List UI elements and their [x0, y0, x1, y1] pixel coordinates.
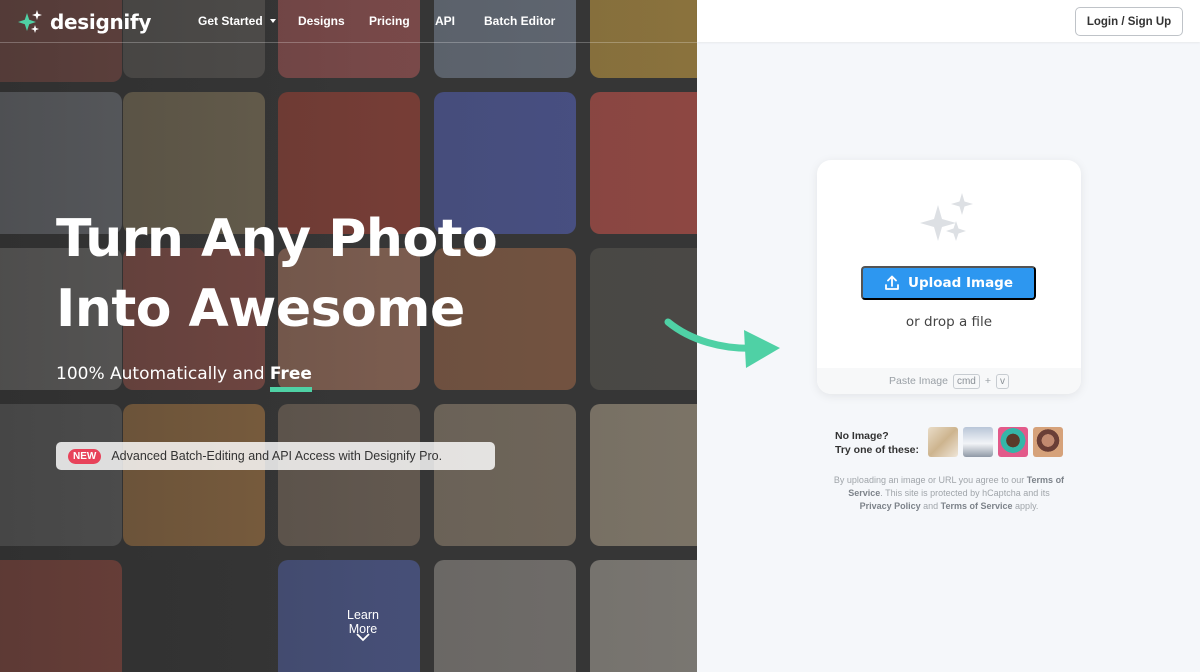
nav-get-started[interactable]: Get Started — [198, 14, 276, 28]
caret-down-icon — [269, 19, 276, 23]
chevron-down-icon[interactable] — [356, 632, 370, 642]
hcaptcha-terms-link[interactable]: Terms of Service — [941, 501, 1013, 511]
hero-subheadline: 100% Automatically and Free — [56, 364, 312, 384]
nav-batch-editor[interactable]: Batch Editor — [484, 14, 555, 28]
headline-line-1: Turn Any Photo — [56, 209, 498, 269]
top-bar: Login / Sign Up — [697, 0, 1200, 42]
sample-images-prompt: No Image? Try one of these: — [835, 429, 919, 457]
nav-api[interactable]: API — [435, 14, 455, 28]
sparkle-logo-icon — [18, 10, 42, 33]
subheadline-text: 100% Automatically and — [56, 364, 270, 384]
nav-pricing[interactable]: Pricing — [369, 14, 410, 28]
v-key: v — [996, 373, 1009, 389]
plus-sign: + — [984, 375, 991, 387]
no-image-label: No Image? — [835, 430, 889, 442]
legal-text-3: and — [920, 501, 941, 511]
free-highlight: Free — [269, 364, 312, 384]
new-badge: NEW — [68, 448, 102, 464]
sample-image-man[interactable] — [998, 427, 1028, 457]
legal-notice: By uploading an image or URL you agree t… — [832, 474, 1066, 513]
nav-get-started-label: Get Started — [198, 14, 263, 28]
upload-image-label: Upload Image — [907, 275, 1014, 291]
login-signup-button[interactable]: Login / Sign Up — [1075, 7, 1183, 36]
legal-text-1: By uploading an image or URL you agree t… — [833, 475, 1027, 485]
pro-promo-banner[interactable]: NEW Advanced Batch-Editing and API Acces… — [56, 442, 495, 470]
legal-text-2: . This site is protected by hCaptcha and… — [880, 488, 1050, 498]
paste-image-hint: Paste Image cmd + v — [817, 368, 1081, 394]
nav-divider — [0, 42, 697, 43]
sparkle-icon — [920, 193, 973, 241]
drop-file-text: or drop a file — [905, 314, 993, 330]
sample-image-car[interactable] — [963, 427, 993, 457]
upload-icon — [885, 275, 899, 290]
sample-images — [928, 427, 1063, 457]
legal-text-4: apply. — [1012, 501, 1039, 511]
sample-image-bottles[interactable] — [928, 427, 958, 457]
try-these-label: Try one of these: — [835, 444, 920, 456]
headline-line-2: Into Awesome — [56, 279, 465, 339]
promo-text: Advanced Batch-Editing and API Access wi… — [111, 449, 443, 463]
sample-image-woman[interactable] — [1033, 427, 1063, 457]
privacy-policy-link[interactable]: Privacy Policy — [860, 501, 921, 511]
cmd-key: cmd — [952, 373, 980, 389]
hero-headline: Turn Any Photo Into Awesome — [56, 204, 498, 344]
upload-image-button[interactable]: Upload Image — [861, 266, 1036, 300]
brand-name: designify — [50, 10, 152, 34]
hero-section: designify Get Started Designs Pricing AP… — [0, 0, 697, 672]
paste-image-label: Paste Image — [889, 375, 948, 387]
nav-designs[interactable]: Designs — [298, 14, 345, 28]
designify-logo[interactable]: designify — [16, 8, 151, 36]
pointing-arrow-icon — [664, 318, 780, 368]
upload-dropzone[interactable]: Upload Image or drop a file Paste Image … — [817, 160, 1081, 394]
